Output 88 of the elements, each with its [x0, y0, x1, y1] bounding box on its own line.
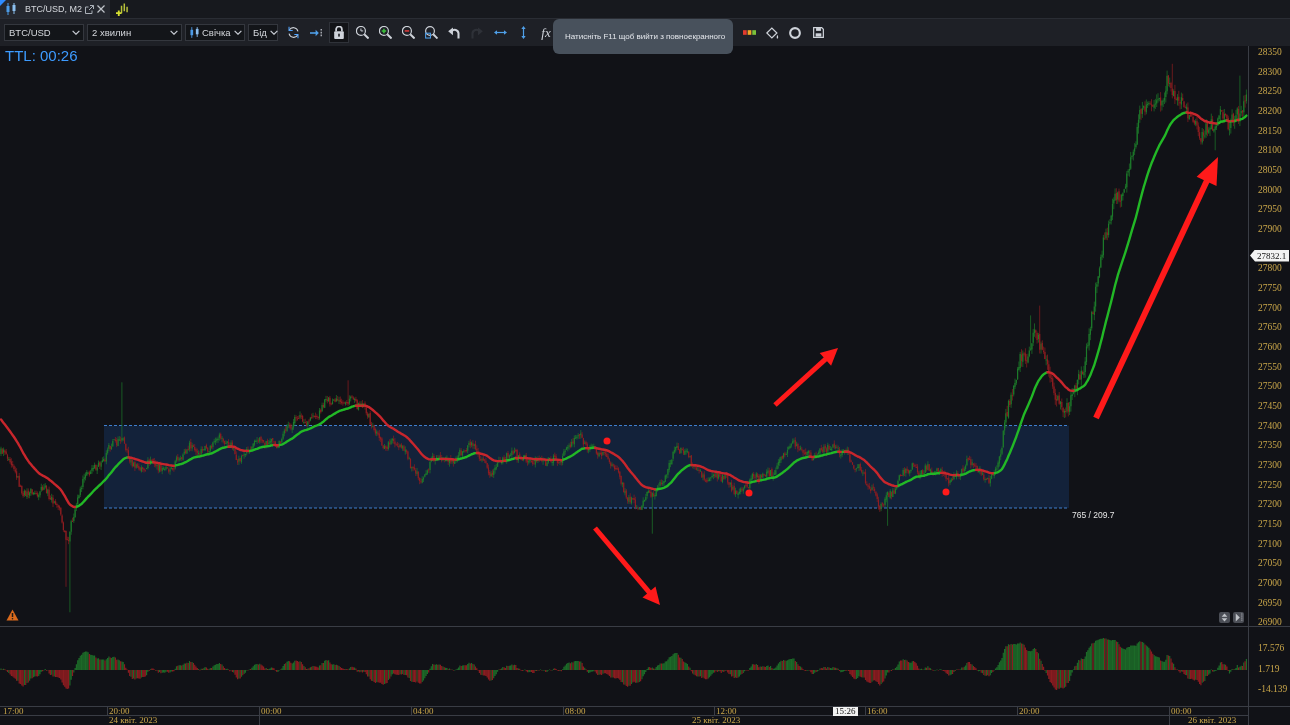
price-axis-label: 27250 [1258, 479, 1282, 490]
timeframe-dropdown[interactable]: 2 хвилин [87, 24, 182, 41]
oscillator-axis-label: 17.576 [1258, 643, 1285, 653]
clock-magnifier-icon [355, 26, 369, 39]
price-axis-label: 27350 [1258, 440, 1282, 451]
price-axis-label: 27500 [1258, 381, 1282, 392]
price-axis-label: 27300 [1258, 459, 1282, 470]
price-axis-label: 28350 [1258, 47, 1282, 57]
price-axis-label: 27650 [1258, 322, 1282, 333]
price-axis-label: 27100 [1258, 538, 1282, 549]
price-tag: 27832.1 [1250, 249, 1290, 262]
price-axis-label: 28050 [1258, 165, 1282, 175]
price-axis-label: 28200 [1258, 106, 1282, 116]
time-axis-label: 20:00 [109, 707, 130, 716]
price-axis-label: 27700 [1258, 302, 1282, 313]
undo-icon [448, 26, 460, 39]
tab-corner-icon [0, 0, 6, 6]
price-axis-label: 28000 [1258, 184, 1282, 195]
caret-icon [72, 30, 80, 35]
price-axis-label: 27450 [1258, 400, 1282, 411]
ring-icon [789, 26, 801, 39]
price-axis-label: 27000 [1258, 577, 1282, 588]
vertical-arrows-icon [520, 26, 526, 39]
candles-icon [190, 27, 199, 38]
time-axis-label: 20:00 [1019, 707, 1040, 716]
dot-icon [942, 488, 950, 496]
up-down-icon [1221, 613, 1228, 622]
popout-icon[interactable] [85, 4, 94, 14]
zoom-in-icon [378, 26, 392, 39]
date-label: 25 квіт. 2023 [692, 716, 741, 725]
oscillator-axis-label: -14.139 [1258, 684, 1288, 695]
time-axis-label: 08:00 [565, 707, 586, 716]
chart-type-dropdown[interactable]: Свічка [185, 24, 245, 41]
cursor-time-label: 15:26 [833, 707, 858, 716]
lock-icon [334, 26, 344, 39]
scale-button[interactable] [1219, 612, 1230, 623]
tooltip: Натисніть F11 щоб вийти з повноекранного [553, 19, 734, 54]
price-axis-label: 27600 [1258, 341, 1282, 352]
horizontal-arrows-icon [493, 30, 507, 35]
time-axis-label: 16:00 [867, 707, 888, 716]
caret-icon [233, 30, 242, 35]
scroll-right-button[interactable] [1233, 612, 1244, 623]
price-axis-label: 27400 [1258, 420, 1282, 431]
price-axis-label: 27750 [1258, 282, 1282, 293]
price-axis-label: 28250 [1258, 86, 1282, 97]
warning-icon [6, 609, 19, 621]
price-side-dropdown[interactable]: Бід [248, 24, 278, 41]
price-axis-label: 27550 [1258, 361, 1282, 372]
zoom-out-icon [401, 26, 415, 39]
close-icon[interactable] [97, 5, 105, 13]
price-axis-label: 28150 [1258, 125, 1282, 136]
range-label: 765 / 209.7 [1072, 510, 1115, 520]
price-axis-label: 27800 [1258, 263, 1282, 274]
price-axis-label: 27150 [1258, 518, 1282, 529]
price-axis-label: 27050 [1258, 558, 1282, 569]
formula-button[interactable]: fx [536, 22, 556, 43]
caret-icon [269, 30, 278, 35]
lock-button[interactable] [329, 22, 349, 43]
time-axis-label: 04:00 [413, 707, 434, 716]
date-label: 24 квіт. 2023 [109, 716, 158, 725]
price-axis-label: 28100 [1258, 145, 1282, 156]
dot-icon [603, 437, 611, 445]
time-axis-label: 17:00 [3, 707, 24, 716]
refresh-icon [286, 26, 300, 39]
add-chart-icon[interactable] [116, 2, 128, 16]
dot-icon [745, 489, 753, 497]
date-label: 26 квіт. 2023 [1188, 716, 1237, 725]
trend-arrow [773, 348, 838, 407]
color-bars-icon [742, 30, 756, 35]
candles-icon [6, 3, 16, 15]
symbol-dropdown[interactable]: BTC/USD [4, 24, 84, 41]
arrow-to-line-icon [310, 28, 322, 37]
chart-tab[interactable]: BTC/USD, M2 [0, 0, 110, 18]
time-axis-label: 00:00 [261, 707, 282, 716]
price-axis-label: 27200 [1258, 499, 1282, 510]
price-axis-label: 27900 [1258, 223, 1282, 234]
caret-icon [170, 30, 178, 35]
price-axis-label: 28300 [1258, 66, 1282, 77]
time-axis-label: 00:00 [1171, 707, 1192, 716]
ttl-timer: TTL: 00:26 [5, 47, 78, 65]
price-axis-label: 26950 [1258, 597, 1282, 608]
price-axis-label: 26900 [1258, 617, 1282, 628]
play-end-icon [1234, 613, 1243, 622]
time-axis-label: 12:00 [716, 707, 737, 716]
save-icon [812, 27, 824, 38]
oscillator-axis-label: 1.719 [1258, 663, 1280, 674]
paint-bucket-icon [765, 26, 779, 39]
price-axis-label: 27950 [1258, 204, 1282, 215]
